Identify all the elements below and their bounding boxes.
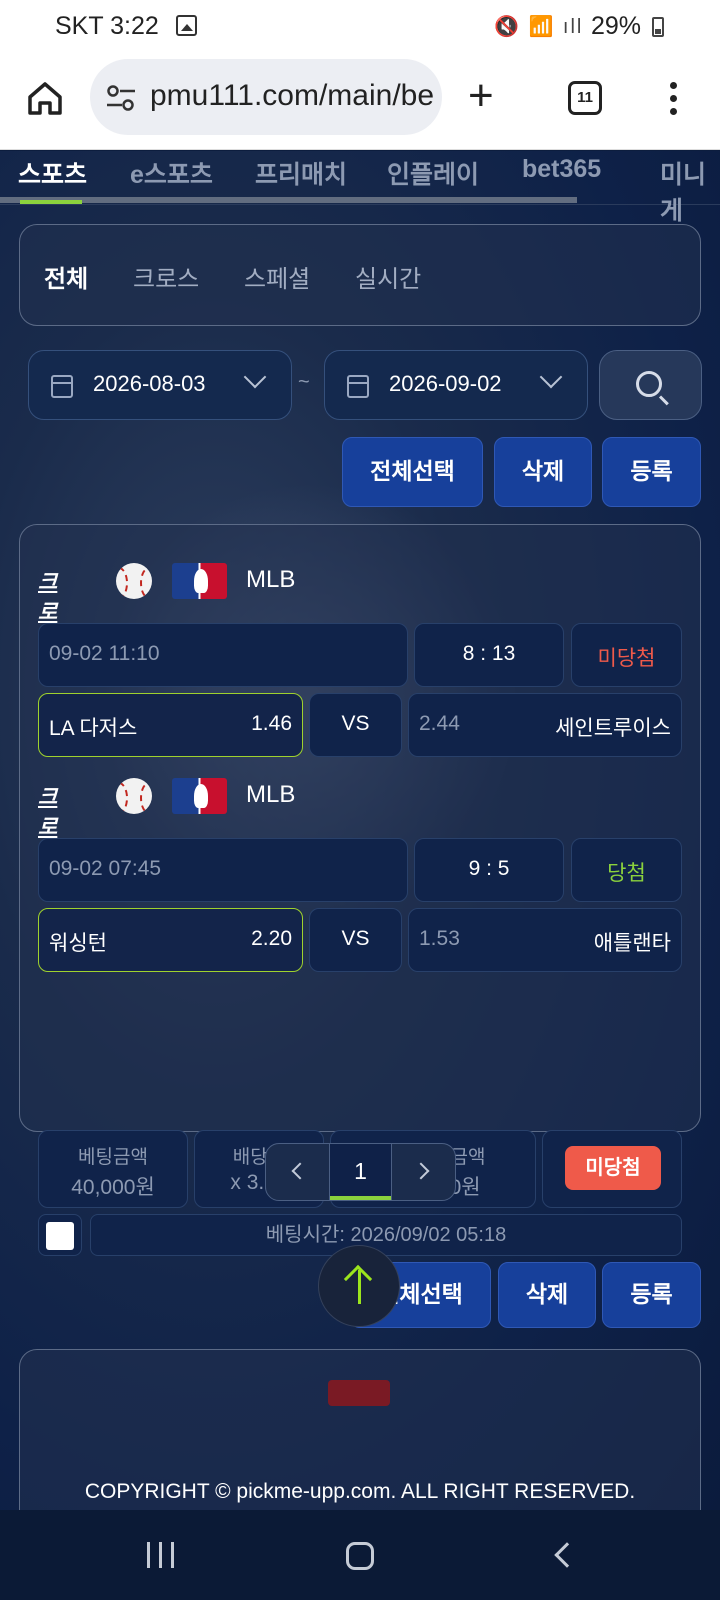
filter-live[interactable]: 실시간 [355,259,421,294]
home-team: LA 다저스 [49,717,138,740]
register-button[interactable]: 등록 [602,437,701,507]
select-all-button[interactable]: 전체선택 [342,437,483,507]
tab-inplay[interactable]: 인플레이 [387,155,479,191]
match-score: 8 : 13 [414,623,564,687]
browser-toolbar: pmu111.com/main/be + 11 [0,52,720,150]
match-time: 09-02 11:10 [38,623,408,687]
tab-minigame[interactable]: 미니게 [660,155,720,227]
url-text[interactable]: pmu111.com/main/be [150,79,434,113]
battery-icon [652,17,664,37]
filter-all[interactable]: 전체 [44,259,88,294]
next-page-icon[interactable] [412,1162,430,1180]
arrow-up-icon [358,1270,361,1304]
mlb-logo [172,563,227,599]
match-result: 미당첨 [571,623,682,687]
home-team: 워싱턴 [49,932,107,955]
carrier-time: SKT 3:22 [55,12,159,40]
system-nav-bar [0,1510,720,1600]
image-notification-icon [176,15,197,36]
search-icon [636,371,662,397]
bet-amount: 베팅금액 40,000원 [38,1130,188,1208]
chevron-down-icon [539,365,563,389]
prev-page-icon[interactable] [291,1162,309,1180]
tabs-scrollbar [0,197,577,203]
tab-esports[interactable]: e스포츠 [130,155,213,191]
bet-time: 베팅시간: 2026/09/02 05:18 [90,1214,682,1256]
away-odds: 2.44 [419,712,460,735]
vs-label: VS [309,908,402,972]
search-button[interactable] [599,350,702,420]
recent-apps-icon[interactable] [147,1542,183,1573]
page-current[interactable]: 1 [329,1144,392,1200]
back-icon[interactable] [554,1542,580,1568]
match-score: 9 : 5 [414,838,564,902]
league-name: MLB [246,781,296,808]
filter-cross[interactable]: 크로스 [133,259,199,294]
footer: COPYRIGHT © pickme-upp.com. ALL RIGHT RE… [19,1349,701,1510]
active-tab-indicator [20,200,82,204]
site-settings-icon[interactable] [106,85,136,111]
system-icons: 🔇 📶 ıll [494,16,584,38]
match-result: 당첨 [571,838,682,902]
baseball-icon [116,778,152,814]
away-odds: 1.53 [419,927,460,950]
filter-tabs: 전체 크로스 스페셜 실시간 [19,224,701,326]
tab-switcher-button[interactable]: 11 [568,81,602,115]
register-button[interactable]: 등록 [602,1262,701,1328]
sport-tabs: 스포츠 e스포츠 프리매치 인플레이 bet365 미니게 [0,151,720,225]
more-menu-icon[interactable] [670,82,678,118]
bet-status-badge: 미당첨 [565,1146,661,1190]
tab-prematch[interactable]: 프리매치 [255,155,347,191]
away-team-odds[interactable]: 2.44 세인트루이스 [408,693,682,757]
match-time: 09-02 07:45 [38,838,408,902]
delete-button[interactable]: 삭제 [498,1262,596,1328]
home-odds: 1.46 [251,712,292,735]
chevron-down-icon [243,365,267,389]
filter-special[interactable]: 스페셜 [244,259,310,294]
scroll-top-button[interactable] [318,1245,400,1327]
mlb-logo [172,778,227,814]
footer-logo [328,1380,390,1406]
new-tab-icon[interactable]: + [468,74,494,118]
vs-label: VS [309,693,402,757]
away-team: 애틀랜타 [593,932,671,955]
date-separator: ~ [298,371,310,393]
tab-bet365[interactable]: bet365 [522,155,601,184]
delete-button[interactable]: 삭제 [494,437,592,507]
date-to-picker[interactable]: 2026-09-02 [324,350,588,420]
calendar-icon [51,375,73,398]
battery-percent: 29% [591,12,642,40]
bet-card: 크로스 MLB 09-02 11:10 8 : 13 미당첨 LA 다저스 1.… [19,524,701,1132]
baseball-icon [116,563,152,599]
home-team-odds[interactable]: 워싱턴 2.20 [38,908,303,972]
bet-select-checkbox[interactable] [38,1214,82,1256]
date-to-value: 2026-09-02 [389,371,502,396]
nav-home-icon[interactable] [346,1542,374,1570]
away-team: 세인트루이스 [555,717,671,740]
league-name: MLB [246,566,296,593]
home-team-odds[interactable]: LA 다저스 1.46 [38,693,303,757]
copyright: COPYRIGHT © pickme-upp.com. ALL RIGHT RE… [84,1480,636,1503]
date-from-value: 2026-08-03 [93,371,206,396]
home-icon[interactable] [26,79,64,117]
away-team-odds[interactable]: 1.53 애틀랜타 [408,908,682,972]
pagination: 1 [265,1143,456,1201]
address-bar[interactable]: pmu111.com/main/be [90,59,442,135]
status-bar: SKT 3:22 🔇 📶 ıll 29% [0,0,720,52]
calendar-icon [347,375,369,398]
tab-sports[interactable]: 스포츠 [18,155,87,191]
home-odds: 2.20 [251,927,292,950]
date-from-picker[interactable]: 2026-08-03 [28,350,292,420]
